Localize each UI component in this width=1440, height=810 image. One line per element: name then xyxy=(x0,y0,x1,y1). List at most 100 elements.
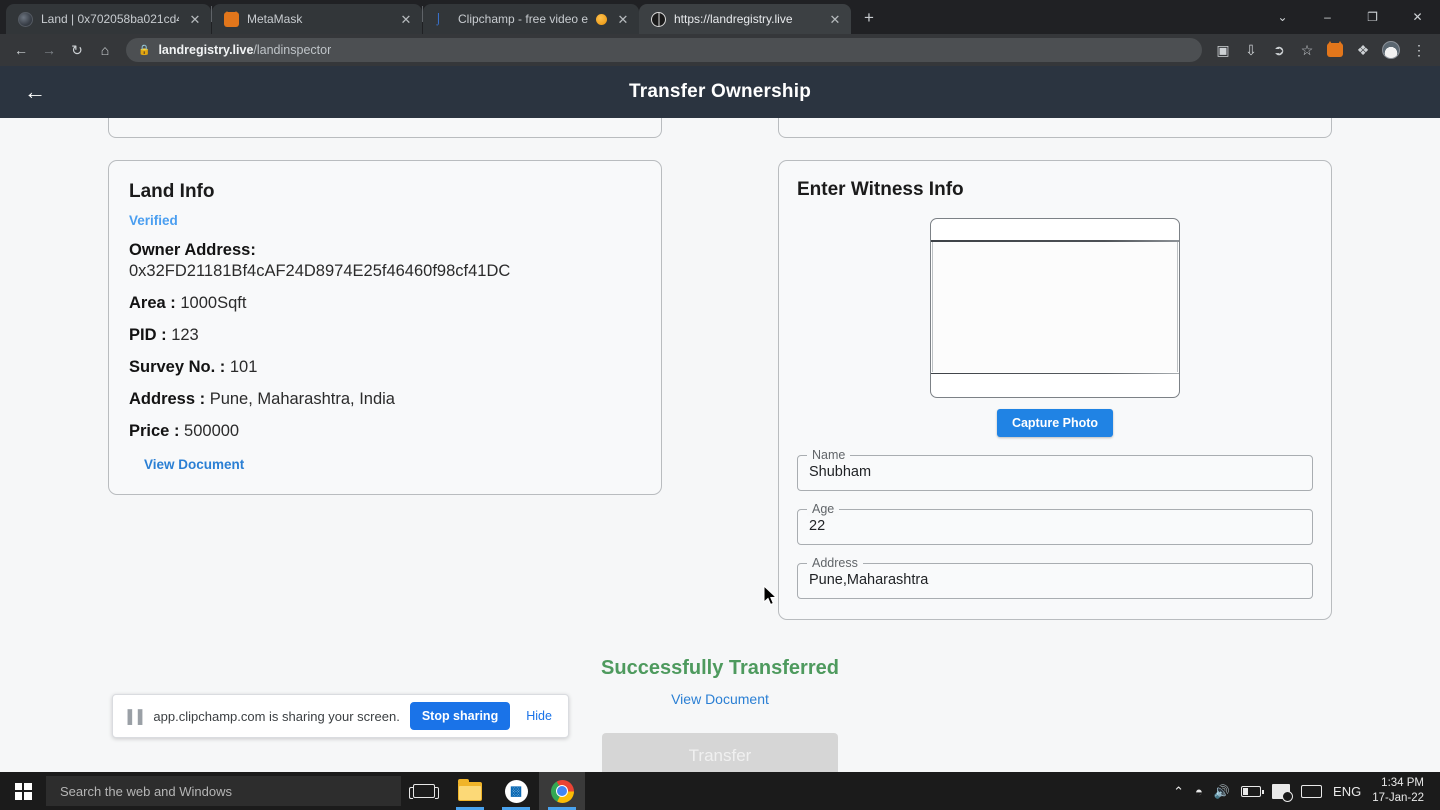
stop-sharing-button[interactable]: Stop sharing xyxy=(410,702,510,730)
tab-close-icon[interactable]: ✕ xyxy=(615,13,631,26)
google-chrome-button[interactable] xyxy=(539,772,585,810)
forward-navigation-icon[interactable]: → xyxy=(36,37,62,63)
tab-title: MetaMask xyxy=(247,12,390,26)
success-message: Successfully Transferred xyxy=(24,657,1416,680)
screen-share-notification: ▐▐ app.clipchamp.com is sharing your scr… xyxy=(112,694,569,738)
tab-close-icon[interactable]: ✕ xyxy=(827,13,843,26)
keyboard-icon[interactable] xyxy=(1301,785,1322,798)
transfer-button[interactable]: Transfer xyxy=(602,733,838,772)
row-label: Survey No. : xyxy=(129,358,225,376)
land-info-row-price: Price : 500000 xyxy=(129,422,641,441)
browser-tab-land[interactable]: Land | 0x702058ba021cd4e4f847 ✕ xyxy=(6,4,211,34)
toolbar-actions: ▣ ⇩ ➲ ☆ ❖ ⋮ xyxy=(1210,37,1432,63)
tab-strip: Land | 0x702058ba021cd4e4f847 ✕ MetaMask… xyxy=(0,0,1440,34)
pause-icon: ▐▐ xyxy=(123,709,143,724)
windows-taskbar: Search the web and Windows ▩ ⌃ ◓ 🔊 ENG 1… xyxy=(0,772,1440,810)
land-info-row-address: Address : Pune, Maharashtra, India xyxy=(129,390,641,409)
reload-icon[interactable]: ↻ xyxy=(64,37,90,63)
page-title: Transfer Ownership xyxy=(0,81,1440,103)
back-navigation-icon[interactable]: ← xyxy=(8,37,34,63)
field-value: 22 xyxy=(809,518,825,534)
browser-window: Land | 0x702058ba021cd4e4f847 ✕ MetaMask… xyxy=(0,0,1440,810)
battery-icon[interactable] xyxy=(1241,786,1261,797)
tab-close-icon[interactable]: ✕ xyxy=(398,13,414,26)
browser-toolbar: ← → ↻ ⌂ 🔒 landregistry.live/landinspecto… xyxy=(0,34,1440,66)
minimize-button[interactable]: – xyxy=(1305,0,1350,34)
page-content: Land Info Verified Owner Address: 0x32FD… xyxy=(0,96,1440,718)
new-tab-button[interactable]: + xyxy=(855,4,883,32)
clipchamp-icon: ⌡ xyxy=(435,12,450,27)
field-label: Address xyxy=(807,556,863,570)
volume-icon[interactable]: 🔊 xyxy=(1214,785,1230,798)
wifi-icon[interactable]: ◓ xyxy=(1195,785,1203,798)
bookmark-star-icon[interactable]: ☆ xyxy=(1294,37,1320,63)
file-explorer-icon xyxy=(458,782,482,801)
metamask-extension-icon[interactable] xyxy=(1322,37,1348,63)
taskbar-search-input[interactable]: Search the web and Windows xyxy=(46,776,401,806)
back-arrow-icon[interactable]: ← xyxy=(24,81,54,103)
app-header: ← Transfer Ownership xyxy=(0,66,1440,118)
witness-name-field[interactable]: Name Shubham xyxy=(797,455,1313,491)
field-value: Shubham xyxy=(809,464,871,480)
download-icon[interactable]: ⇩ xyxy=(1238,37,1264,63)
tab-title: Clipchamp - free video edito xyxy=(458,12,588,26)
capture-photo-button[interactable]: Capture Photo xyxy=(997,409,1113,437)
profile-avatar-icon[interactable] xyxy=(1378,37,1404,63)
windows-start-icon[interactable] xyxy=(0,772,46,810)
taskbar-clock[interactable]: 1:34 PM 17-Jan-22 xyxy=(1372,776,1430,806)
mouse-cursor xyxy=(762,585,778,607)
search-placeholder: Search the web and Windows xyxy=(60,784,232,799)
witness-info-card: Enter Witness Info Capture Photo Name Sh… xyxy=(778,160,1332,620)
home-icon[interactable]: ⌂ xyxy=(92,37,118,63)
witness-age-field[interactable]: Age 22 xyxy=(797,509,1313,545)
window-controls: ⌄ – ❐ ✕ xyxy=(1260,0,1440,34)
address-bar[interactable]: 🔒 landregistry.live/landinspector xyxy=(126,38,1202,62)
witness-info-heading: Enter Witness Info xyxy=(797,179,1313,201)
tab-title: https://landregistry.live xyxy=(674,12,819,26)
owner-address-label: Owner Address: xyxy=(129,241,641,260)
notification-icon[interactable] xyxy=(1272,784,1290,799)
clock-time: 1:34 PM xyxy=(1372,776,1424,791)
row-value: Pune, Maharashtra, India xyxy=(210,390,395,408)
browser-tab-landregistry[interactable]: https://landregistry.live ✕ xyxy=(639,4,851,34)
webcam-preview xyxy=(930,218,1180,398)
file-explorer-button[interactable] xyxy=(447,772,493,810)
witness-address-field[interactable]: Address Pune,Maharashtra xyxy=(797,563,1313,599)
tab-search-chevron-icon[interactable]: ⌄ xyxy=(1260,0,1305,34)
microsoft-store-button[interactable]: ▩ xyxy=(493,772,539,810)
field-label: Name xyxy=(807,448,850,462)
tab-title: Land | 0x702058ba021cd4e4f847 xyxy=(41,12,179,26)
row-label: Area : xyxy=(129,294,176,312)
share-icon[interactable]: ➲ xyxy=(1266,37,1292,63)
close-window-button[interactable]: ✕ xyxy=(1395,0,1440,34)
row-label: PID : xyxy=(129,326,167,344)
row-value: 500000 xyxy=(184,422,239,440)
browser-tab-metamask[interactable]: MetaMask ✕ xyxy=(212,4,422,34)
screen-share-icon[interactable]: ▣ xyxy=(1210,37,1236,63)
task-view-button[interactable] xyxy=(401,772,447,810)
tab-close-icon[interactable]: ✕ xyxy=(187,13,203,26)
owner-address-value: 0x32FD21181Bf4cAF24D8974E25f46460f98cf41… xyxy=(129,262,641,281)
screen-share-message: app.clipchamp.com is sharing your screen… xyxy=(153,709,399,724)
extensions-puzzle-icon[interactable]: ❖ xyxy=(1350,37,1376,63)
language-indicator[interactable]: ENG xyxy=(1333,785,1361,798)
hide-share-bar-button[interactable]: Hide xyxy=(520,709,558,723)
row-label: Address : xyxy=(129,390,205,408)
system-tray: ⌃ ◓ 🔊 ENG 1:34 PM 17-Jan-22 xyxy=(1173,776,1440,806)
address-path: /landinspector xyxy=(253,43,331,57)
row-value: 1000Sqft xyxy=(180,294,246,312)
row-value: 123 xyxy=(171,326,199,344)
address-domain: landregistry.live xyxy=(158,43,253,57)
land-view-document-link[interactable]: View Document xyxy=(144,457,641,472)
tray-chevron-icon[interactable]: ⌃ xyxy=(1173,785,1184,798)
browser-tab-clipchamp[interactable]: ⌡ Clipchamp - free video edito ✕ xyxy=(423,4,639,34)
row-value: 101 xyxy=(230,358,258,376)
google-chrome-icon xyxy=(551,780,574,803)
tab-recording-indicator-icon xyxy=(596,14,607,25)
metamask-fox-icon xyxy=(224,12,239,27)
row-label: Price : xyxy=(129,422,179,440)
chrome-menu-icon[interactable]: ⋮ xyxy=(1406,37,1432,63)
webcam-frame xyxy=(932,242,1178,372)
land-info-card: Land Info Verified Owner Address: 0x32FD… xyxy=(108,160,662,495)
maximize-button[interactable]: ❐ xyxy=(1350,0,1395,34)
